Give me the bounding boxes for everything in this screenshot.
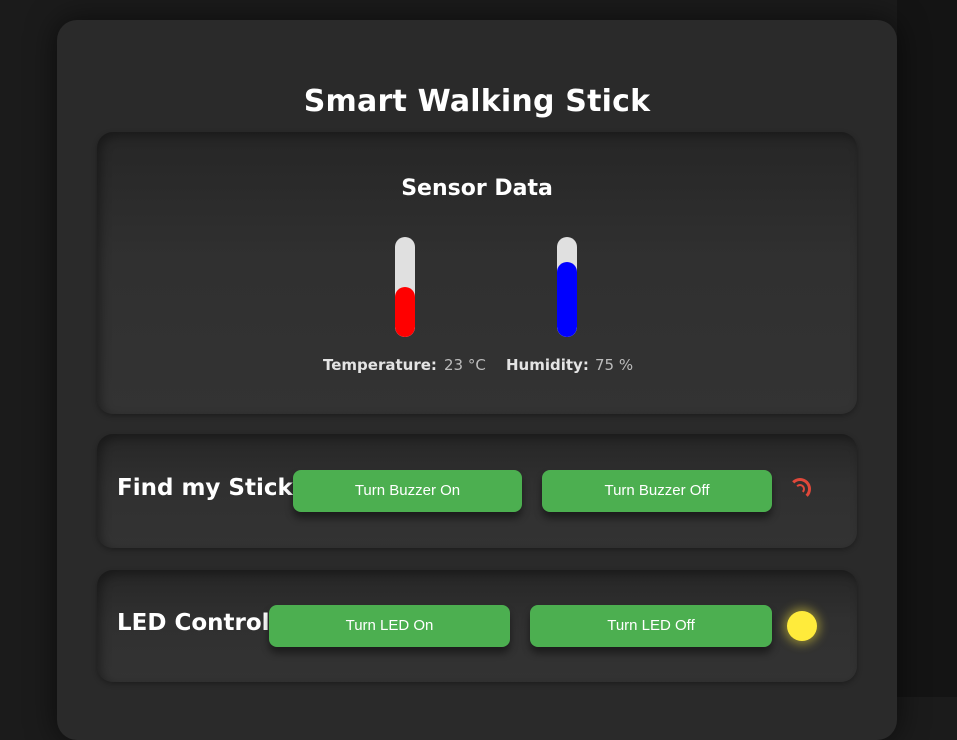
humidity-gauge-fill xyxy=(557,262,577,337)
temperature-value: 23 °C xyxy=(444,356,486,374)
temperature-gauge-fill xyxy=(395,287,415,337)
sensor-data-panel: Sensor Data Temperature: 23 °C Humidity:… xyxy=(97,132,857,414)
temperature-label: Temperature: xyxy=(323,356,437,374)
led-off-button[interactable]: Turn LED Off xyxy=(530,605,772,647)
buzzer-spinner-inner-icon xyxy=(795,484,805,494)
humidity-label: Humidity: xyxy=(506,356,589,374)
find-my-stick-panel: Find my Stick Turn Buzzer On Turn Buzzer… xyxy=(97,434,857,548)
find-my-stick-label: Find my Stick xyxy=(117,475,293,501)
buzzer-off-button[interactable]: Turn Buzzer Off xyxy=(542,470,772,512)
led-control-label: LED Control xyxy=(117,610,270,636)
led-control-panel: LED Control Turn LED On Turn LED Off xyxy=(97,570,857,682)
sensor-data-heading: Sensor Data xyxy=(401,176,553,201)
humidity-value: 75 % xyxy=(595,356,634,374)
page-edge xyxy=(897,0,957,697)
buzzer-spinner-icon xyxy=(789,478,811,500)
humidity-gauge xyxy=(557,237,577,337)
main-card: Smart Walking Stick Sensor Data Temperat… xyxy=(57,20,897,740)
led-on-button[interactable]: Turn LED On xyxy=(269,605,510,647)
temperature-gauge xyxy=(395,237,415,337)
buzzer-on-button[interactable]: Turn Buzzer On xyxy=(293,470,522,512)
page-title: Smart Walking Stick xyxy=(303,84,651,119)
led-indicator-icon xyxy=(787,611,817,641)
